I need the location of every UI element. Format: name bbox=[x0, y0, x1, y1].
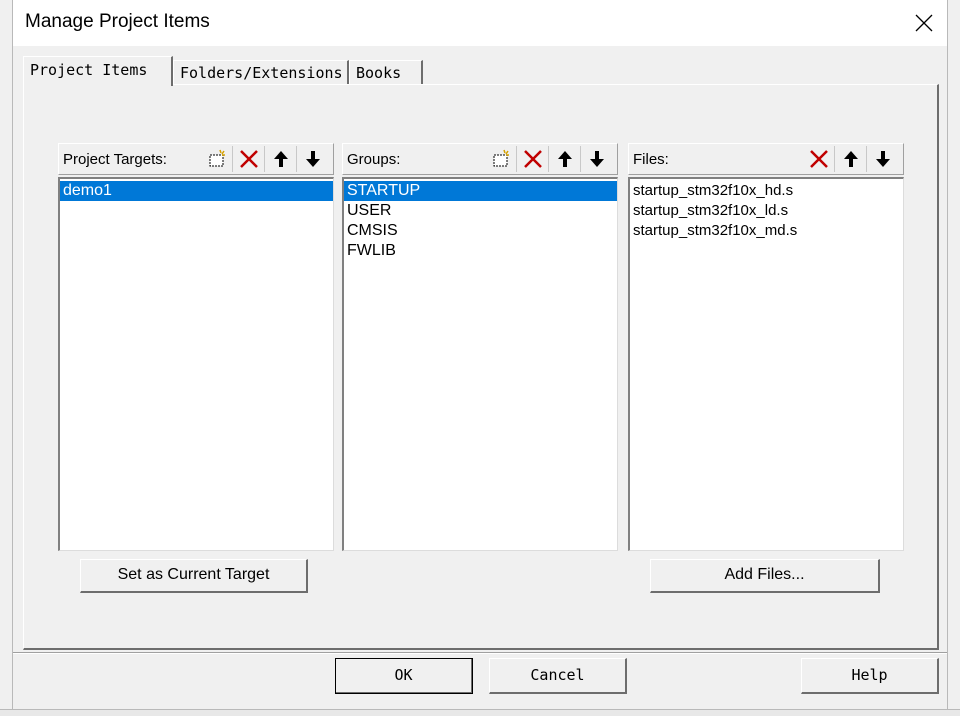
delete-icon bbox=[524, 150, 542, 168]
move-file-up-button[interactable] bbox=[835, 146, 867, 172]
delete-icon bbox=[810, 150, 828, 168]
move-target-up-button[interactable] bbox=[265, 146, 297, 172]
tab-panel-project-items: Project Targets: demo1 Groups: STARTUP U… bbox=[23, 84, 939, 650]
window-bottom-edge bbox=[0, 709, 960, 716]
new-target-button[interactable] bbox=[201, 146, 233, 172]
help-button[interactable]: Help bbox=[801, 658, 939, 694]
footer-separator bbox=[13, 652, 947, 654]
close-icon bbox=[915, 14, 933, 32]
delete-file-button[interactable] bbox=[803, 146, 835, 172]
project-targets-header: Project Targets: bbox=[58, 143, 334, 175]
tab-folders-extensions[interactable]: Folders/Extensions bbox=[173, 60, 349, 84]
move-group-up-button[interactable] bbox=[549, 146, 581, 172]
project-targets-panel: Project Targets: demo1 bbox=[58, 143, 334, 551]
files-list[interactable]: startup_stm32f10x_hd.s startup_stm32f10x… bbox=[628, 177, 904, 551]
files-panel: Files: startup_stm32f10x_hd.s startup_st… bbox=[628, 143, 904, 551]
delete-icon bbox=[240, 150, 258, 168]
new-group-button[interactable] bbox=[485, 146, 517, 172]
delete-target-button[interactable] bbox=[233, 146, 265, 172]
list-item-target[interactable]: demo1 bbox=[60, 181, 333, 201]
list-item-group[interactable]: USER bbox=[344, 201, 617, 221]
list-item-group[interactable]: FWLIB bbox=[344, 241, 617, 261]
new-item-icon bbox=[209, 149, 225, 167]
move-up-icon bbox=[274, 151, 288, 167]
groups-header: Groups: bbox=[342, 143, 618, 175]
groups-list[interactable]: STARTUP USER CMSIS FWLIB bbox=[342, 177, 618, 551]
project-targets-label: Project Targets: bbox=[63, 151, 167, 168]
move-group-down-button[interactable] bbox=[581, 146, 613, 172]
groups-panel: Groups: STARTUP USER CMSIS FWLIB bbox=[342, 143, 618, 551]
move-down-icon bbox=[306, 151, 320, 167]
tab-project-items[interactable]: Project Items bbox=[23, 56, 173, 86]
tab-books[interactable]: Books bbox=[349, 60, 423, 84]
title-bar: Manage Project Items bbox=[13, 0, 947, 46]
add-files-button[interactable]: Add Files... bbox=[650, 559, 880, 593]
move-up-icon bbox=[558, 151, 572, 167]
move-down-icon bbox=[590, 151, 604, 167]
list-item-group[interactable]: STARTUP bbox=[344, 181, 617, 201]
list-item-file[interactable]: startup_stm32f10x_md.s bbox=[630, 221, 903, 241]
manage-project-items-dialog: Manage Project Items Project Items Folde… bbox=[12, 0, 948, 716]
delete-group-button[interactable] bbox=[517, 146, 549, 172]
new-item-icon bbox=[493, 149, 509, 167]
move-file-down-button[interactable] bbox=[867, 146, 899, 172]
list-item-group[interactable]: CMSIS bbox=[344, 221, 617, 241]
move-target-down-button[interactable] bbox=[297, 146, 329, 172]
close-button[interactable] bbox=[901, 0, 947, 46]
cancel-button[interactable]: Cancel bbox=[489, 658, 627, 694]
set-as-current-target-button[interactable]: Set as Current Target bbox=[80, 559, 308, 593]
groups-label: Groups: bbox=[347, 151, 401, 168]
list-item-file[interactable]: startup_stm32f10x_hd.s bbox=[630, 181, 903, 201]
files-label: Files: bbox=[633, 151, 669, 168]
project-targets-list[interactable]: demo1 bbox=[58, 177, 334, 551]
files-header: Files: bbox=[628, 143, 904, 175]
move-up-icon bbox=[844, 151, 858, 167]
move-down-icon bbox=[876, 151, 890, 167]
list-item-file[interactable]: startup_stm32f10x_ld.s bbox=[630, 201, 903, 221]
ok-button[interactable]: OK bbox=[335, 658, 473, 694]
dialog-title: Manage Project Items bbox=[25, 11, 210, 32]
